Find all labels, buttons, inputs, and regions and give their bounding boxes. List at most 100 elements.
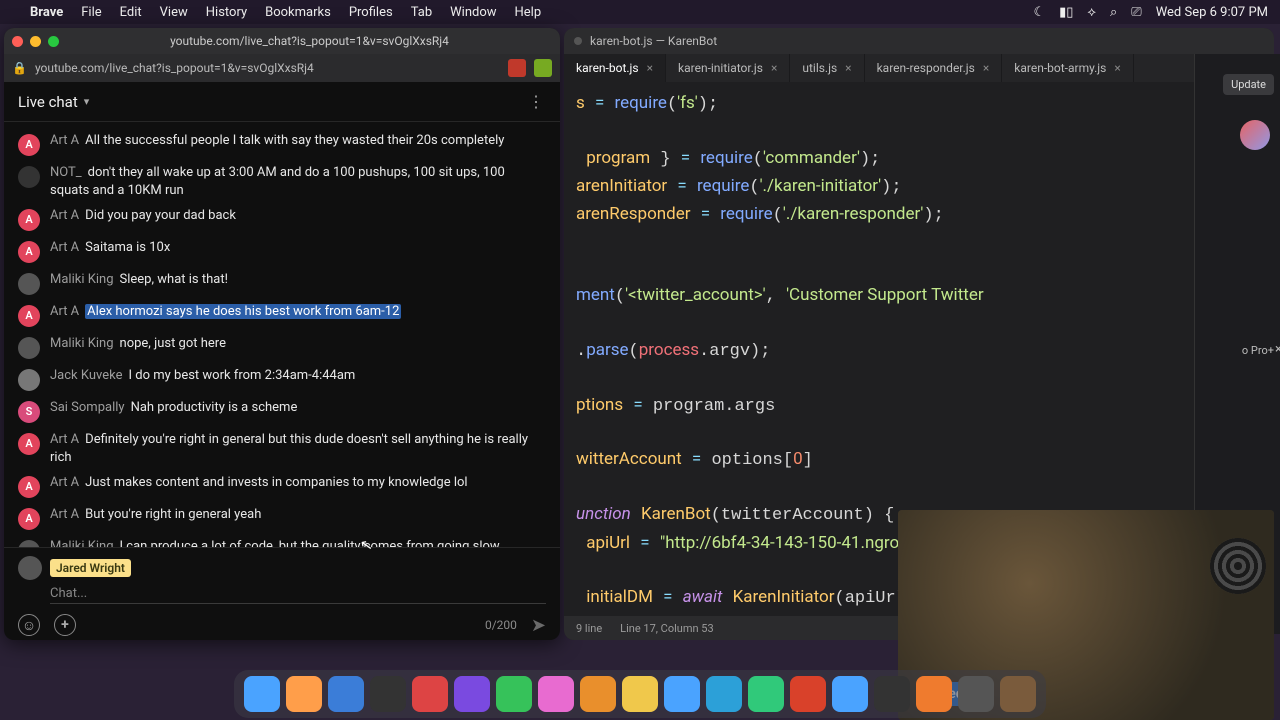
message-author[interactable]: Art A — [50, 133, 79, 148]
dock-app-icon[interactable] — [328, 676, 364, 712]
chat-input[interactable]: Chat... — [50, 580, 546, 604]
menu-edit[interactable]: Edit — [120, 5, 142, 20]
self-name-badge: Jared Wright — [50, 559, 131, 577]
menu-tab[interactable]: Tab — [411, 5, 432, 20]
dock-app-icon[interactable] — [538, 676, 574, 712]
dock-app-icon[interactable] — [454, 676, 490, 712]
editor-tab[interactable]: karen-bot.js× — [564, 54, 666, 82]
dock-app-icon[interactable] — [1000, 676, 1036, 712]
send-icon[interactable]: ➤ — [531, 615, 546, 636]
dock-app-icon[interactable] — [580, 676, 616, 712]
dock-app-icon[interactable] — [622, 676, 658, 712]
self-avatar[interactable] — [18, 556, 42, 580]
chat-composer: Jared Wright Chat... ☺ + 0/200 ➤ — [4, 547, 560, 640]
minimize-icon[interactable] — [30, 36, 41, 47]
message-author[interactable]: NOT_ — [50, 165, 82, 180]
avatar[interactable] — [18, 337, 40, 359]
url-text[interactable]: youtube.com/live_chat?is_popout=1&v=svOg… — [35, 61, 500, 75]
dock-app-icon[interactable] — [370, 676, 406, 712]
avatar[interactable]: A — [18, 305, 40, 327]
dock-app-icon[interactable] — [664, 676, 700, 712]
close-icon[interactable]: × — [983, 61, 989, 75]
message-author[interactable]: Art A — [50, 208, 79, 223]
message-author[interactable]: Maliki King — [50, 539, 114, 547]
avatar[interactable]: A — [18, 209, 40, 231]
avatar[interactable] — [18, 540, 40, 547]
close-icon[interactable] — [12, 36, 23, 47]
add-reaction-icon[interactable]: + — [54, 614, 76, 636]
battery-icon[interactable]: ▮▯ — [1059, 5, 1073, 20]
message-author[interactable]: Sai Sompally — [50, 400, 125, 415]
menu-history[interactable]: History — [206, 5, 247, 20]
spotlight-icon[interactable]: ⌕ — [1110, 5, 1117, 20]
dock-app-icon[interactable] — [916, 676, 952, 712]
avatar[interactable] — [18, 369, 40, 391]
menu-help[interactable]: Help — [515, 5, 542, 20]
message-author[interactable]: Maliki King — [50, 336, 114, 351]
close-icon[interactable]: × — [1114, 61, 1120, 75]
wifi-icon[interactable]: ⟡ — [1087, 5, 1096, 20]
profile-avatar[interactable] — [1240, 120, 1270, 150]
message-author[interactable]: Art A — [50, 240, 79, 255]
menubar-app-name[interactable]: Brave — [30, 5, 63, 20]
avatar[interactable]: A — [18, 134, 40, 156]
dock-app-icon[interactable] — [706, 676, 742, 712]
extension-icon[interactable] — [534, 59, 552, 77]
dock-app-icon[interactable] — [874, 676, 910, 712]
avatar[interactable]: A — [18, 433, 40, 455]
avatar[interactable]: S — [18, 401, 40, 423]
emoji-picker-icon[interactable]: ☺ — [18, 614, 40, 636]
close-icon[interactable]: × — [1275, 342, 1280, 357]
close-icon[interactable]: × — [771, 61, 777, 75]
zoom-icon[interactable] — [48, 36, 59, 47]
editor-tab[interactable]: karen-responder.js× — [865, 54, 1003, 82]
control-center-icon[interactable]: ⎚ — [1131, 5, 1141, 20]
message-author[interactable]: Art A — [50, 432, 79, 447]
editor-tab[interactable]: karen-bot-army.js× — [1002, 54, 1134, 82]
message-author[interactable]: Jack Kuveke — [50, 368, 123, 383]
editor-titlebar[interactable]: karen-bot.js — KarenBot — [564, 28, 1274, 54]
close-icon[interactable]: × — [845, 61, 851, 75]
menu-bookmarks[interactable]: Bookmarks — [265, 5, 331, 20]
close-icon[interactable]: × — [647, 61, 653, 75]
dock-app-icon[interactable] — [790, 676, 826, 712]
message-author[interactable]: Maliki King — [50, 272, 114, 287]
update-button[interactable]: Update — [1223, 74, 1274, 95]
message-text: Sleep, what is that! — [120, 272, 228, 287]
editor-tab[interactable]: utils.js× — [790, 54, 864, 82]
avatar[interactable]: A — [18, 508, 40, 530]
avatar[interactable] — [18, 273, 40, 295]
message-author[interactable]: Art A — [50, 507, 79, 522]
menu-view[interactable]: View — [160, 5, 188, 20]
editor-tab[interactable]: karen-initiator.js× — [666, 54, 790, 82]
chat-mode-label[interactable]: Live chat — [18, 93, 78, 111]
avatar[interactable]: A — [18, 476, 40, 498]
dock-app-icon[interactable] — [286, 676, 322, 712]
dock-app-icon[interactable] — [496, 676, 532, 712]
message-author[interactable]: Art A — [50, 475, 79, 490]
dock-app-icon[interactable] — [748, 676, 784, 712]
chat-more-icon[interactable]: ⋮ — [528, 92, 546, 111]
dock-app-icon[interactable] — [244, 676, 280, 712]
message-author[interactable]: Art A — [50, 304, 79, 319]
chat-message-list[interactable]: AArt AAll the successful people I talk w… — [4, 122, 560, 547]
dnd-icon[interactable]: ☾ — [1033, 5, 1045, 20]
menu-profiles[interactable]: Profiles — [349, 5, 393, 20]
chevron-down-icon[interactable]: ▾ — [84, 95, 90, 108]
menu-window[interactable]: Window — [450, 5, 496, 20]
chat-message: AArt ABut you're right in general yeah — [4, 502, 560, 534]
message-body: Maliki Kingnope, just got here — [50, 335, 546, 353]
window-titlebar[interactable]: youtube.com/live_chat?is_popout=1&v=svOg… — [4, 28, 560, 54]
message-text: I can produce a lot of code, but the qua… — [50, 539, 500, 547]
brave-shield-icon[interactable] — [508, 59, 526, 77]
message-body: NOT_don't they all wake up at 3:00 AM an… — [50, 164, 546, 199]
dock-app-icon[interactable] — [832, 676, 868, 712]
menu-file[interactable]: File — [81, 5, 101, 20]
browser-urlbar[interactable]: 🔒 youtube.com/live_chat?is_popout=1&v=sv… — [4, 54, 560, 82]
avatar[interactable]: A — [18, 241, 40, 263]
menubar-clock[interactable]: Wed Sep 6 9:07 PM — [1156, 5, 1268, 20]
avatar[interactable] — [18, 166, 40, 188]
message-body: Art AAlex hormozi says he does his best … — [50, 303, 546, 321]
dock-app-icon[interactable] — [958, 676, 994, 712]
dock-app-icon[interactable] — [412, 676, 448, 712]
